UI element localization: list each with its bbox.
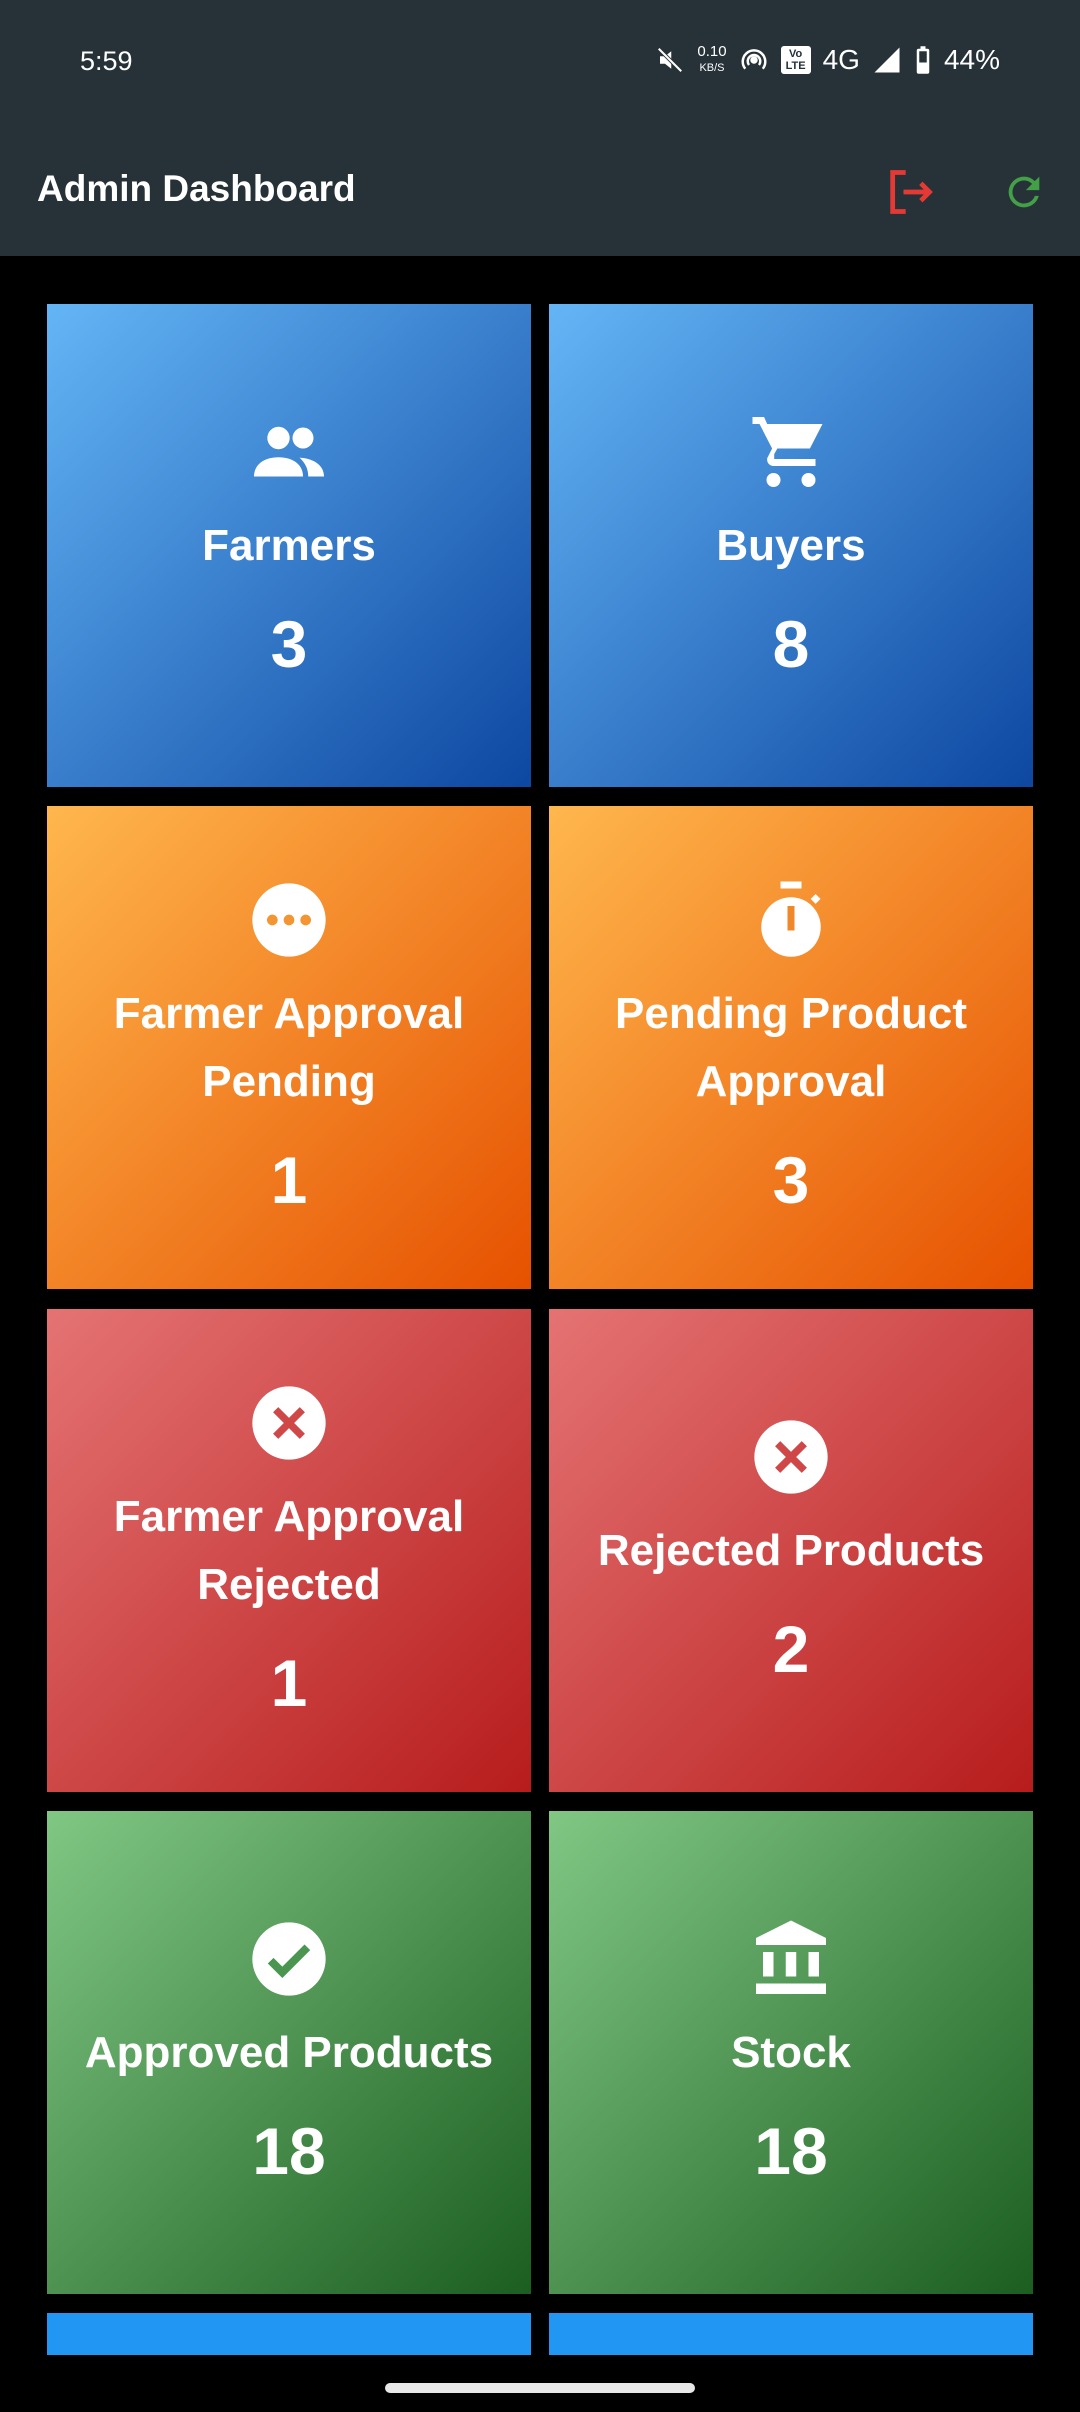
partial-card[interactable] <box>549 2313 1033 2355</box>
card-value: 1 <box>270 1645 308 1720</box>
card-label: Rejected Products <box>597 1525 985 1575</box>
partial-card[interactable] <box>47 2313 531 2355</box>
top-bar: 5:59 0.10 KB/S Vo LTE 4G 44% Admin Dashbo… <box>0 0 1080 256</box>
net-speed-value: 0.10 <box>697 43 727 60</box>
farmer-approval-pending-card[interactable]: Farmer Approval Pending 1 <box>47 806 531 1289</box>
home-indicator[interactable] <box>385 2383 695 2393</box>
mute-icon <box>657 47 683 73</box>
stock-card[interactable]: Stock 18 <box>549 1811 1033 2294</box>
hotspot-icon <box>741 49 767 70</box>
buyers-card[interactable]: Buyers 8 <box>549 304 1033 787</box>
refresh-icon <box>1008 176 1040 208</box>
card-value: 18 <box>754 2113 828 2188</box>
logout-icon <box>890 170 933 214</box>
card-label: Buyers <box>716 520 866 570</box>
stopwatch-icon <box>749 878 833 962</box>
card-label: Farmer Approval Pending <box>113 988 465 1106</box>
card-label: Approved Products <box>84 2027 494 2077</box>
farmers-card[interactable]: Farmers 3 <box>47 304 531 787</box>
more-horiz-circle-icon <box>247 878 331 962</box>
rejected-products-card[interactable]: Rejected Products 2 <box>549 1309 1033 1792</box>
volte-badge: Vo LTE <box>780 46 811 74</box>
card-value: 18 <box>252 2113 326 2188</box>
shopping-cart-icon <box>749 410 833 494</box>
network-type: 4G <box>822 44 860 75</box>
card-label: Stock <box>731 2027 851 2077</box>
card-label: Pending Product Approval <box>615 988 967 1106</box>
card-value: 3 <box>772 1142 810 1217</box>
bank-icon <box>749 1917 833 2001</box>
approved-products-card[interactable]: Approved Products 18 <box>47 1811 531 2294</box>
card-label: Farmers <box>202 520 376 570</box>
page-title: Admin Dashboard <box>37 168 356 209</box>
refresh-button[interactable] <box>996 164 1052 220</box>
pending-product-approval-card[interactable]: Pending Product Approval 3 <box>549 806 1033 1289</box>
net-speed: 0.10 KB/S <box>697 44 726 76</box>
status-icons: 0.10 KB/S Vo LTE 4G 44% <box>655 44 1000 76</box>
battery-level: 44% <box>943 44 1000 75</box>
card-value: 2 <box>772 1611 810 1686</box>
logout-button[interactable] <box>882 164 938 220</box>
cancel-circle-icon <box>247 1381 331 1465</box>
battery-icon <box>916 46 930 74</box>
card-label: Farmer Approval Rejected <box>113 1491 465 1609</box>
status-time: 5:59 <box>80 46 133 76</box>
card-value: 3 <box>270 606 308 681</box>
farmer-approval-rejected-card[interactable]: Farmer Approval Rejected 1 <box>47 1309 531 1792</box>
card-value: 1 <box>270 1142 308 1217</box>
cancel-circle-icon <box>749 1415 833 1499</box>
net-speed-unit: KB/S <box>699 62 725 74</box>
signal-icon <box>874 47 900 73</box>
card-value: 8 <box>772 606 810 681</box>
people-icon <box>247 410 331 494</box>
check-circle-icon <box>247 1917 331 2001</box>
